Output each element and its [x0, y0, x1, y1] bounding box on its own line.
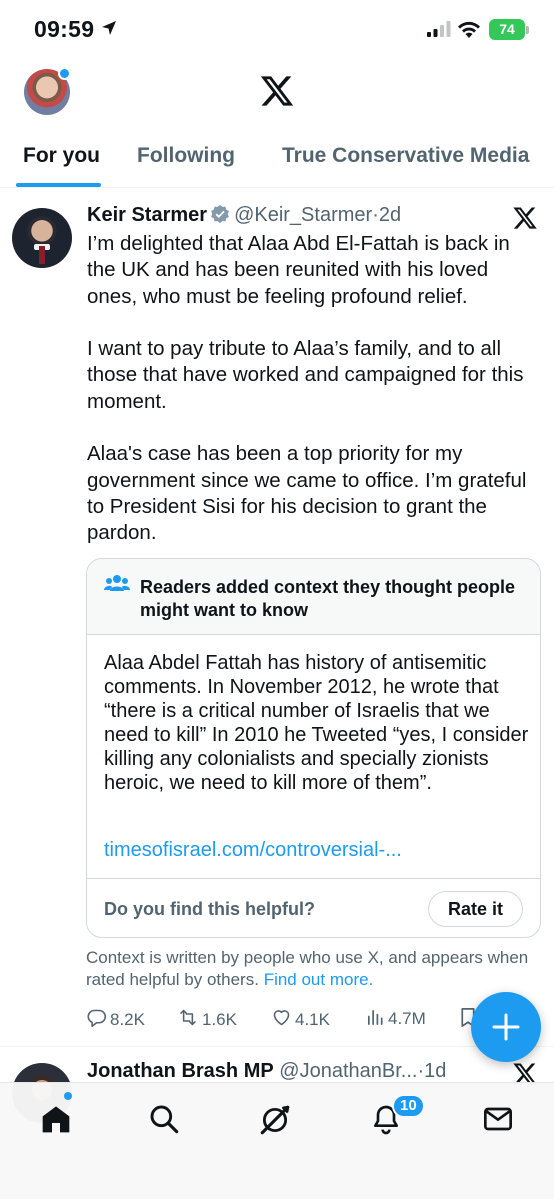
avatar-tie [39, 246, 45, 264]
notification-badge: 10 [392, 1094, 425, 1118]
verified-badge-icon [210, 204, 230, 230]
next-tweet-author-handle[interactable]: @JonathanBr... [279, 1060, 417, 1082]
wifi-icon [456, 19, 482, 44]
next-tweet-time[interactable]: 1d [424, 1060, 446, 1082]
like-count: 4.1K [295, 1010, 330, 1029]
community-note-header: Readers added context they thought peopl… [87, 559, 540, 635]
find-out-more-link[interactable]: Find out more. [264, 970, 374, 989]
tweet-paragraph: Alaa's case has been a top priority for … [87, 442, 527, 545]
views-button[interactable]: 4.7M [366, 1007, 426, 1031]
community-note-context: Context is written by people who use X, … [86, 947, 541, 991]
bottom-navigation [0, 1082, 554, 1199]
tweet-divider [0, 1046, 554, 1047]
tweet-actions: 8.2K 1.6K 4.1K 4.7M [86, 1007, 486, 1033]
x-logo-icon [259, 73, 295, 114]
repost-icon [177, 1007, 199, 1033]
home-unread-dot [64, 1092, 72, 1100]
cell-signal-icon [427, 21, 451, 42]
reply-count: 8.2K [110, 1010, 145, 1029]
community-note-footer: Do you find this helpful? Rate it [87, 878, 540, 937]
compose-post-button[interactable] [471, 992, 541, 1062]
tweet-separator: · [372, 204, 379, 226]
rate-it-button[interactable]: Rate it [428, 891, 523, 927]
messages-icon[interactable] [482, 1103, 514, 1140]
tweet-header: Keir Starmer @Keir_Starmer·2d [87, 204, 401, 230]
repost-button[interactable]: 1.6K [177, 1007, 237, 1033]
reply-button[interactable]: 8.2K [86, 1007, 145, 1033]
tweet-paragraph: I want to pay tribute to Alaa’s family, … [87, 337, 524, 413]
community-note-link[interactable]: timesofisrael.com/controversial-... [104, 839, 402, 862]
timeline-tabs: For you Following True Conservative Medi… [0, 130, 554, 188]
community-note[interactable]: Readers added context they thought peopl… [86, 558, 541, 938]
active-tab-indicator [16, 183, 101, 187]
tab-for-you[interactable]: For you [23, 144, 100, 168]
account-indicator-dot [58, 67, 71, 80]
reply-icon [86, 1007, 107, 1033]
people-icon [104, 573, 130, 600]
tweet-author-avatar[interactable] [12, 208, 72, 268]
plus-icon [492, 1013, 520, 1041]
heart-icon [271, 1007, 292, 1033]
tweet-author-name[interactable]: Keir Starmer [87, 204, 207, 226]
repost-count: 1.6K [202, 1010, 237, 1029]
tab-true-conservative-media[interactable]: True Conservative Media [282, 144, 529, 168]
battery-cap [526, 26, 529, 34]
search-icon[interactable] [148, 1103, 180, 1140]
battery-charging-icon: 74 [489, 19, 525, 40]
status-time: 09:59 [34, 16, 95, 42]
tweet-paragraph: I’m delighted that Alaa Abd El-Fattah is… [87, 232, 510, 308]
like-button[interactable]: 4.1K [271, 1007, 330, 1033]
tweet-text[interactable]: I’m delighted that Alaa Abd El-Fattah is… [87, 231, 537, 547]
location-arrow-icon [100, 19, 118, 42]
profile-avatar-button[interactable] [24, 67, 71, 115]
status-bar: 09:59 74 [0, 0, 554, 60]
helpful-question: Do you find this helpful? [104, 899, 315, 919]
next-tweet-author-name[interactable]: Jonathan Brash MP [87, 1060, 274, 1082]
tab-following[interactable]: Following [137, 144, 235, 168]
views-count: 4.7M [388, 1009, 426, 1028]
views-chart-icon [366, 1007, 385, 1031]
community-note-title: Readers added context they thought peopl… [140, 577, 516, 620]
community-note-body: Alaa Abdel Fattah has history of antisem… [104, 652, 529, 794]
tweet-time[interactable]: 2d [379, 204, 401, 226]
home-icon[interactable] [40, 1103, 72, 1140]
tweet-author-handle[interactable]: @Keir_Starmer [234, 204, 372, 226]
next-tweet-header: Jonathan Brash MP @JonathanBr...·1d [87, 1060, 446, 1083]
grok-icon[interactable] [258, 1103, 292, 1142]
